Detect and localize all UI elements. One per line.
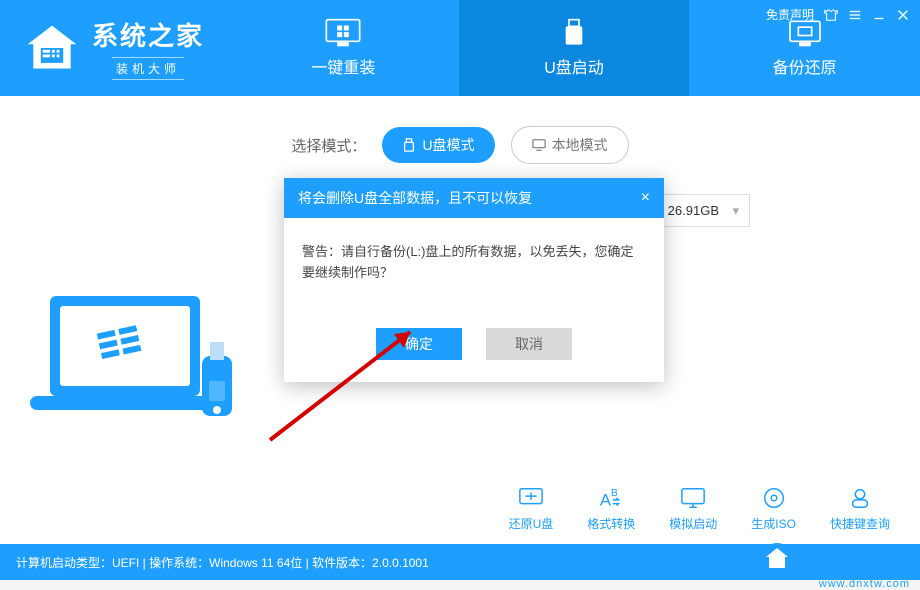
close-icon[interactable] [896, 8, 910, 22]
usb-boot-icon [554, 18, 594, 48]
modal-ok-button[interactable]: 确定 [376, 328, 462, 360]
tool-label: 格式转换 [587, 515, 635, 532]
skin-icon[interactable] [824, 8, 838, 22]
tool-label: 快捷键查询 [830, 515, 890, 532]
watermark-logo-icon [760, 542, 794, 576]
tab-label: 备份还原 [773, 54, 837, 78]
iso-icon [759, 485, 789, 511]
usb-small-icon [402, 138, 416, 152]
laptop-usb-illustration [30, 286, 260, 466]
modal-body: 警告：请自行备份(L:)盘上的所有数据，以免丢失，您确定要继续制作吗？ [284, 218, 664, 314]
restore-usb-icon [516, 485, 546, 511]
mode-usb-button[interactable]: U盘模式 [382, 127, 494, 163]
status-text: 计算机启动类型：UEFI | 操作系统：Windows 11 64位 | 软件版… [16, 554, 429, 571]
window-controls: 免责声明 [766, 6, 910, 23]
reinstall-icon [323, 18, 363, 48]
tab-label: U盘启动 [544, 54, 604, 78]
confirm-modal: 将会删除U盘全部数据，且不可以恢复 × 警告：请自行备份(L:)盘上的所有数据，… [284, 178, 664, 382]
tool-label: 还原U盘 [509, 515, 554, 532]
logo-subtitle: 装机大师 [112, 57, 184, 80]
app-header: 免责声明 系统之家 装机大师 [0, 0, 920, 96]
svg-text:A: A [600, 490, 612, 509]
mode-local-button[interactable]: 本地模式 [511, 126, 629, 164]
tool-hotkey-lookup[interactable]: 快捷键查询 [830, 485, 890, 532]
tool-simulate-boot[interactable]: 模拟启动 [669, 485, 717, 532]
mode-label: 选择模式： [291, 135, 366, 156]
house-logo-icon [24, 20, 80, 76]
modal-close-button[interactable]: × [641, 189, 650, 207]
modal-title: 将会删除U盘全部数据，且不可以恢复 [298, 188, 532, 208]
tab-label: 一键重装 [311, 54, 375, 78]
tool-format-convert[interactable]: AB 格式转换 [587, 485, 635, 532]
hotkey-icon [845, 485, 875, 511]
tools-row: 还原U盘 AB 格式转换 模拟启动 生成ISO 快捷键查询 [509, 485, 890, 532]
disclaimer-link[interactable]: 免责声明 [766, 6, 814, 23]
tool-label: 模拟启动 [669, 515, 717, 532]
mode-local-label: 本地模式 [552, 135, 608, 155]
modal-footer: 确定 取消 [284, 314, 664, 382]
watermark: 电脑系统网 www.dnxtw.com [760, 542, 910, 576]
logo-block: 系统之家 装机大师 [0, 0, 228, 96]
tab-usb-boot[interactable]: U盘启动 [459, 0, 690, 96]
logo-title: 系统之家 [92, 16, 204, 53]
mode-usb-label: U盘模式 [422, 135, 474, 155]
mode-row: 选择模式： U盘模式 本地模式 [40, 126, 880, 164]
tool-make-iso[interactable]: 生成ISO [751, 485, 796, 532]
modal-cancel-button[interactable]: 取消 [486, 328, 572, 360]
menu-icon[interactable] [848, 8, 862, 22]
minimize-icon[interactable] [872, 8, 886, 22]
format-convert-icon: AB [596, 485, 626, 511]
tool-label: 生成ISO [751, 515, 796, 532]
svg-text:B: B [611, 488, 618, 499]
simulate-boot-icon [678, 485, 708, 511]
watermark-text: 电脑系统网 [800, 543, 910, 575]
monitor-small-icon [532, 138, 546, 152]
tool-restore-usb[interactable]: 还原U盘 [509, 485, 554, 532]
tab-reinstall[interactable]: 一键重装 [228, 0, 459, 96]
modal-header: 将会删除U盘全部数据，且不可以恢复 × [284, 178, 664, 218]
